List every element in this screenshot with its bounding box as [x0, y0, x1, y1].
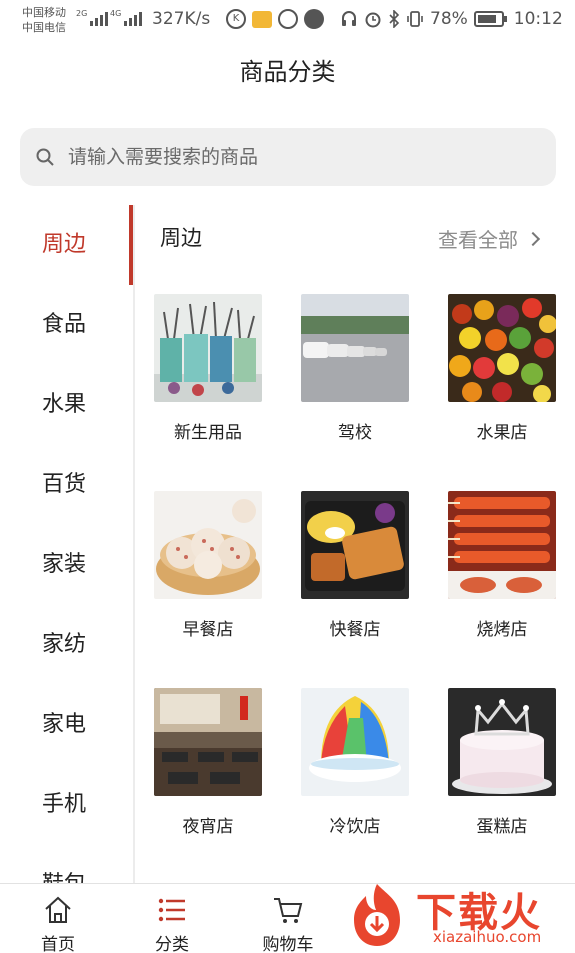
watermark: 下载火 xiazaihuo.com: [340, 878, 575, 953]
signal-1-icon: 2G: [76, 9, 109, 26]
headset-icon: [342, 11, 356, 26]
carrier-2: 中国电信: [22, 21, 66, 34]
sidebar-item-fruit[interactable]: 水果: [0, 365, 134, 445]
battery-icon: [473, 11, 507, 27]
tile-label: 冷饮店: [329, 817, 381, 837]
flame-logo-icon: [354, 884, 400, 946]
system-icons: 78% 10:12: [340, 9, 563, 29]
sync-icon: [278, 9, 298, 29]
sidebar-item-appliances[interactable]: 家电: [0, 685, 134, 765]
nav-home-label: 首页: [41, 935, 75, 953]
category-tile[interactable]: 快餐店: [301, 491, 409, 640]
notification-icons: K: [226, 9, 324, 29]
carrier-1: 中国移动: [22, 6, 66, 19]
nav-cart[interactable]: 购物车: [242, 884, 332, 953]
parked-cars-photo: [301, 294, 409, 402]
status-bar: 中国移动 中国电信 2G 4G 327K/s K 78% 10:12: [0, 0, 575, 40]
category-tile[interactable]: 新生用品: [154, 294, 262, 443]
k-app-icon: K: [226, 9, 246, 29]
network-1-label: 2G: [76, 9, 88, 18]
sidebar-item-bags[interactable]: 鞋包: [0, 845, 134, 883]
signal-2-icon: 4G: [110, 9, 143, 26]
category-tile[interactable]: 蛋糕店: [448, 688, 556, 837]
tile-label: 烧烤店: [476, 620, 528, 640]
tile-label: 蛋糕店: [476, 817, 528, 837]
tile-label: 水果店: [476, 423, 528, 443]
category-tile[interactable]: 驾校: [301, 294, 409, 443]
restaurant-interior-photo: [154, 688, 262, 796]
tile-label: 早餐店: [182, 620, 234, 640]
search-bar[interactable]: [20, 128, 556, 186]
watermark-url: xiazaihuo.com: [433, 928, 542, 946]
nav-category-label: 分类: [155, 935, 189, 953]
crown-cake-photo: [448, 688, 556, 796]
mail-icon: [252, 10, 272, 28]
carrier-labels: 中国移动 中国电信: [22, 5, 66, 35]
tile-label: 快餐店: [329, 620, 381, 640]
list-icon: [158, 898, 185, 922]
network-speed: 327K/s: [152, 9, 211, 29]
alarm-icon: [365, 12, 381, 28]
tile-label: 夜宵店: [182, 817, 234, 837]
category-tile[interactable]: 早餐店: [154, 491, 262, 640]
sidebar-item-textiles[interactable]: 家纺: [0, 605, 134, 685]
cart-icon: [274, 898, 303, 923]
voice-icon: [304, 9, 324, 29]
network-2-label: 4G: [110, 9, 122, 18]
chevron-right-icon: [525, 231, 541, 246]
category-tile[interactable]: 烧烤店: [448, 491, 556, 640]
category-tile[interactable]: 冷饮店: [301, 688, 409, 837]
sidebar-divider: [133, 205, 135, 883]
fruit-pile-photo: [448, 294, 556, 402]
sidebar-item-food[interactable]: 食品: [0, 285, 134, 365]
search-input[interactable]: [68, 128, 538, 186]
view-all-link[interactable]: 查看全部: [438, 224, 541, 253]
sidebar-item-phones[interactable]: 手机: [0, 765, 134, 845]
section-title: 周边: [160, 226, 202, 250]
category-tile[interactable]: 夜宵店: [154, 688, 262, 837]
sidebar-item-general[interactable]: 百货: [0, 445, 134, 525]
sidebar-item-zhoubian[interactable]: 周边: [0, 205, 134, 285]
vibrate-icon: [407, 11, 423, 27]
bbq-skewers-photo: [448, 491, 556, 599]
search-icon: [36, 148, 54, 166]
page-title: 商品分类: [239, 58, 336, 86]
nav-home[interactable]: 首页: [12, 884, 102, 953]
steamed-buns-photo: [154, 491, 262, 599]
home-icon: [45, 896, 71, 923]
bluetooth-icon: [389, 10, 400, 28]
battery-percent: 78%: [430, 9, 468, 29]
shaved-ice-photo: [301, 688, 409, 796]
tile-label: 驾校: [338, 423, 372, 443]
view-all-label: 查看全部: [438, 228, 518, 252]
nav-category[interactable]: 分类: [126, 884, 216, 953]
pens-in-cups-photo: [154, 294, 262, 402]
clock: 10:12: [513, 9, 563, 29]
category-sidebar: 周边 食品 水果 百货 家装 家纺 家电 手机 鞋包: [0, 205, 134, 883]
sidebar-item-home-deco[interactable]: 家装: [0, 525, 134, 605]
tile-label: 新生用品: [174, 423, 242, 443]
nav-cart-label: 购物车: [262, 935, 314, 953]
category-tile[interactable]: 水果店: [448, 294, 556, 443]
fastfood-plate-photo: [301, 491, 409, 599]
